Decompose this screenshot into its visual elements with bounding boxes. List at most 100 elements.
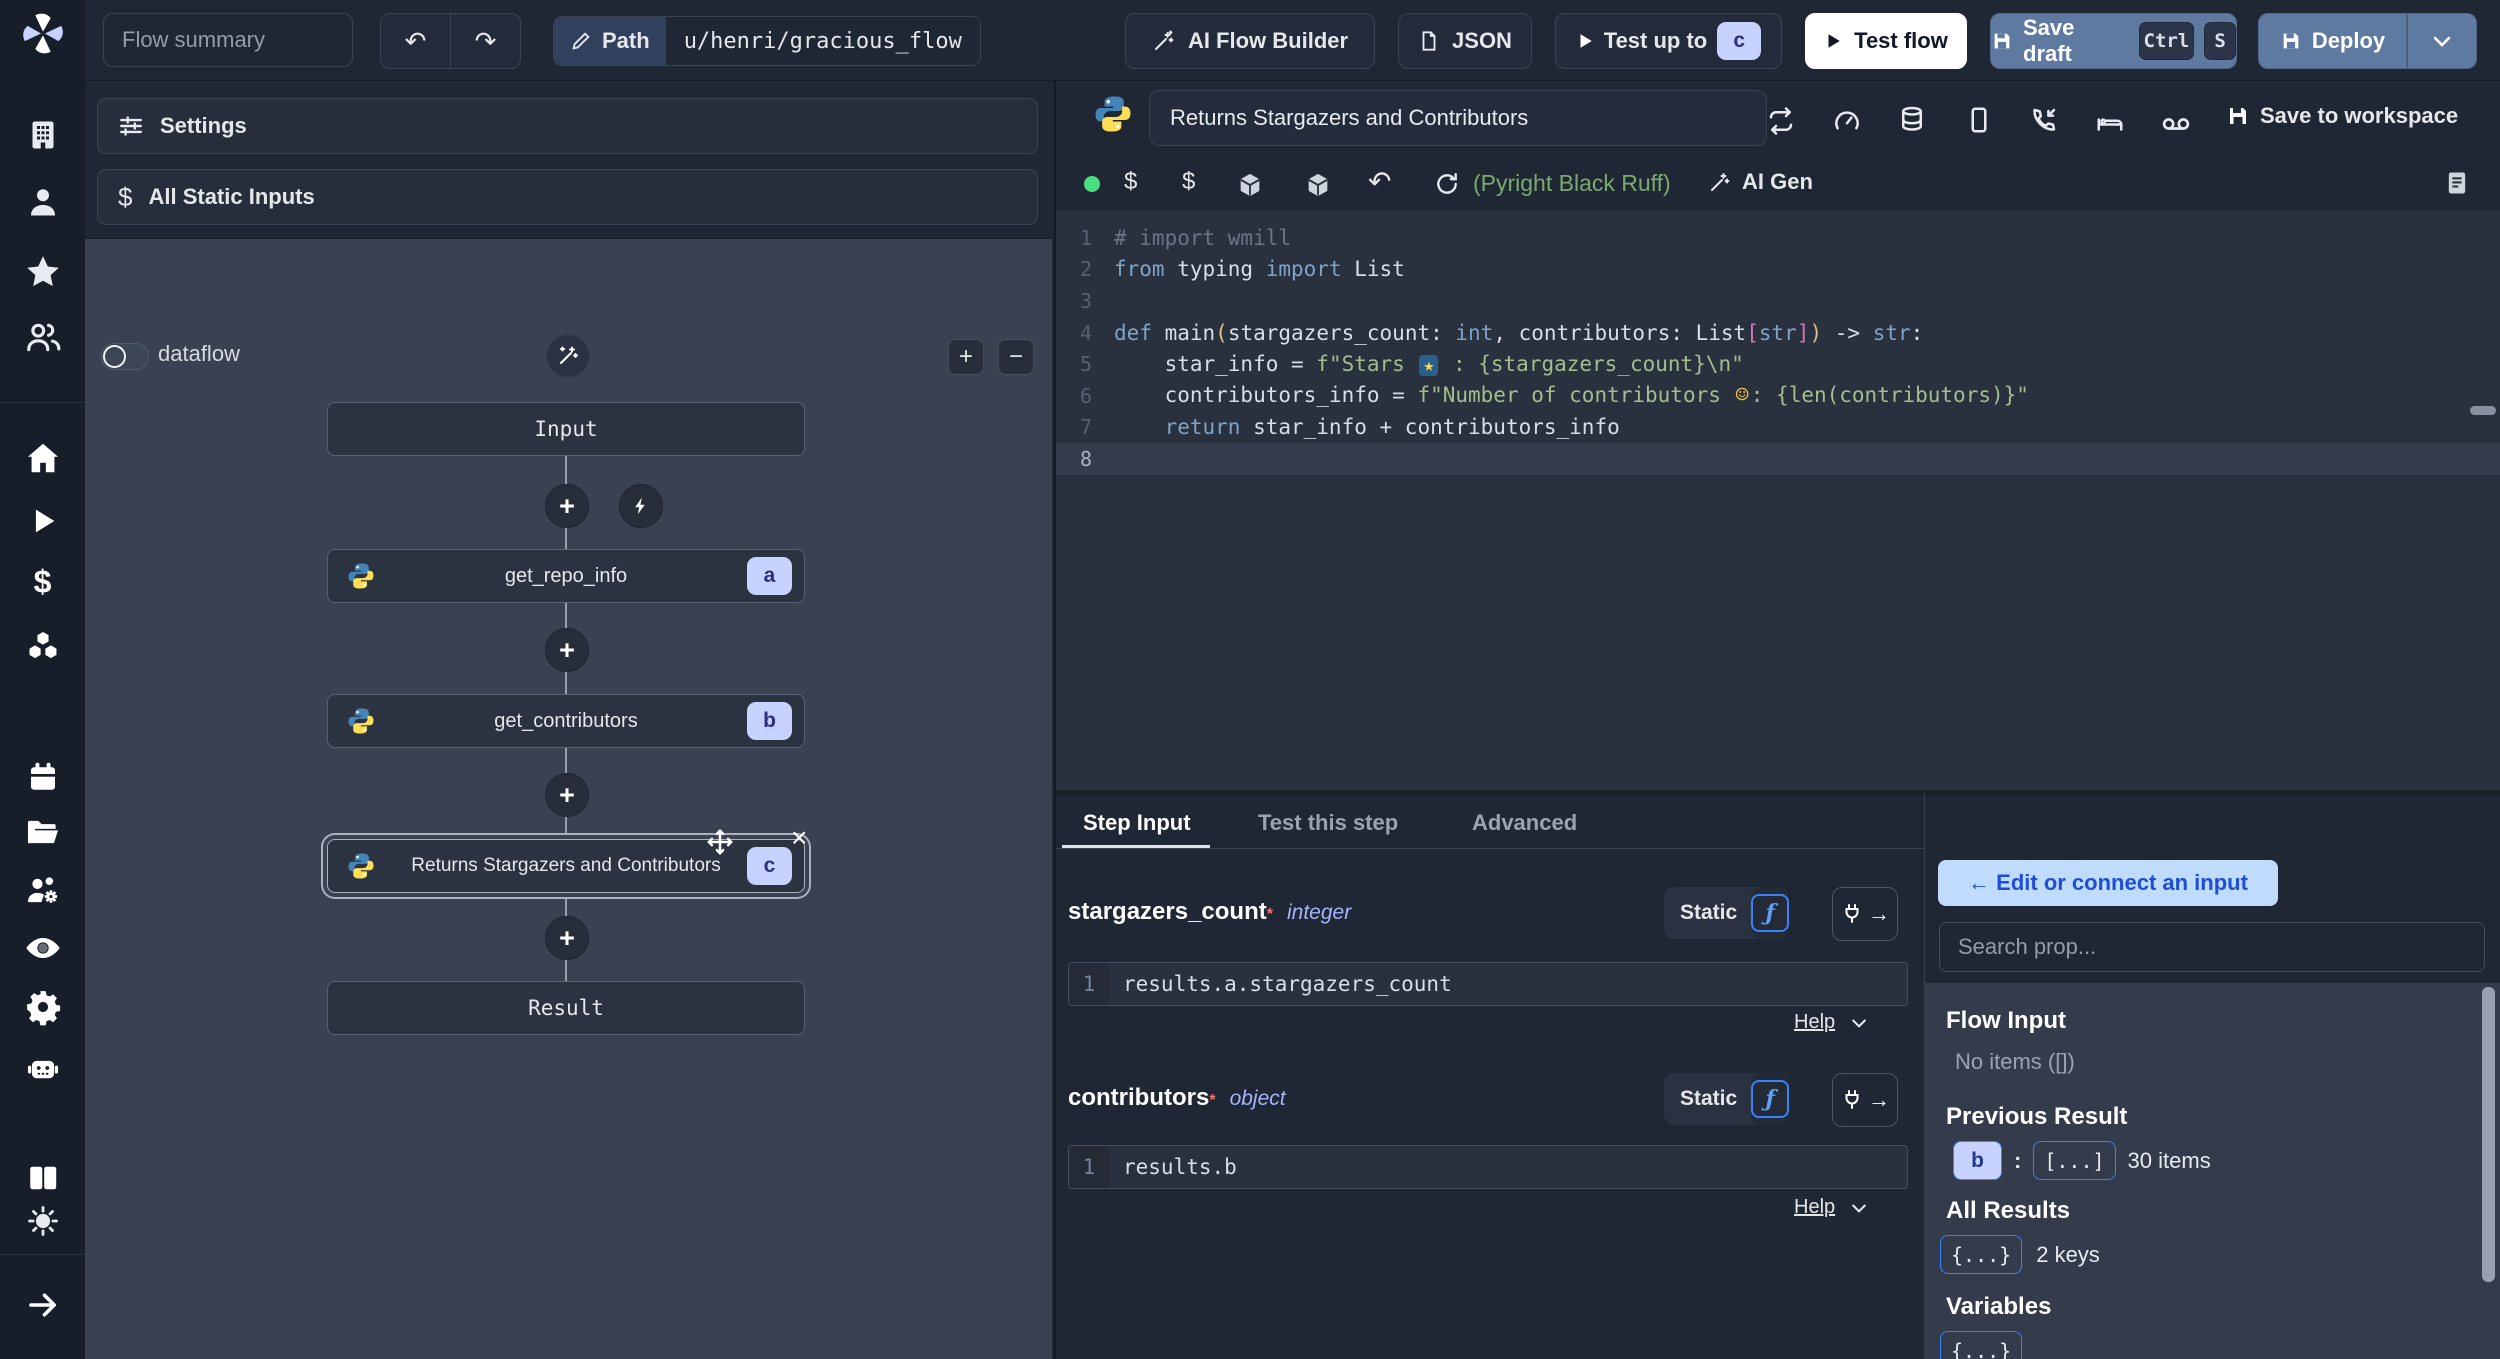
step-node-a[interactable]: get_repo_info a xyxy=(327,549,805,603)
audit-eye-icon[interactable] xyxy=(23,928,63,968)
code-token: def xyxy=(1114,320,1165,345)
redo-button[interactable]: ↷ xyxy=(450,13,521,69)
add-step-button[interactable]: + xyxy=(545,628,589,672)
code-line[interactable]: 4 def main(stargazers_count: int, contrib… xyxy=(1056,317,2500,349)
delete-node-close-icon[interactable]: × xyxy=(791,824,807,852)
ai-wand-button[interactable] xyxy=(547,335,589,377)
folders-icon[interactable] xyxy=(24,813,62,851)
step-node-b[interactable]: get_contributors b xyxy=(327,694,805,748)
code-area[interactable]: 1 # import wmill 2 from typing import List 3… xyxy=(1056,210,2500,790)
chevron-down-icon[interactable] xyxy=(1849,1198,1869,1218)
code-line[interactable]: 3 xyxy=(1056,285,2500,317)
add-step-button[interactable]: + xyxy=(545,773,589,817)
package-box-icon[interactable] xyxy=(1236,171,1264,199)
suspend-phone-icon[interactable] xyxy=(2029,105,2059,135)
search-prop-input[interactable] xyxy=(1939,922,2485,972)
tab-step-input[interactable]: Step Input xyxy=(1083,810,1191,836)
workspace-building-icon[interactable] xyxy=(25,117,61,153)
code-line[interactable]: 1 # import wmill xyxy=(1056,222,2500,254)
function-mode-icon[interactable]: ƒ xyxy=(1751,1080,1790,1118)
expr-input-contributors[interactable]: 1 results.b xyxy=(1068,1145,1908,1189)
runs-play-icon[interactable] xyxy=(26,504,60,538)
flow-settings-button[interactable]: Settings xyxy=(97,98,1038,154)
variables-dollar-icon[interactable]: $ xyxy=(34,564,52,601)
ai-gen-button[interactable]: AI Gen xyxy=(1708,169,1813,195)
package-box-icon[interactable] xyxy=(1304,171,1332,199)
help-link[interactable]: Help xyxy=(1794,1196,1835,1219)
sleep-bed-icon[interactable] xyxy=(2095,107,2125,137)
editor-scrollbar[interactable] xyxy=(2470,406,2496,415)
groups-users-icon[interactable] xyxy=(24,318,62,356)
static-mode-toggle[interactable]: Static ƒ xyxy=(1664,887,1790,939)
retry-repeat-icon[interactable] xyxy=(1766,106,1796,136)
zoom-in-button[interactable]: + xyxy=(948,339,984,375)
function-mode-icon[interactable]: ƒ xyxy=(1751,894,1790,932)
input-node[interactable]: Input xyxy=(327,402,805,456)
cache-database-icon[interactable] xyxy=(1897,105,1927,135)
variables-dollar-icon[interactable]: $ xyxy=(1182,168,1195,196)
prev-result-key-badge[interactable]: b xyxy=(1953,1141,2002,1180)
code-line[interactable]: 5 star_info = f"Stars ★ : {stargazers_co… xyxy=(1056,348,2500,380)
group-settings-icon[interactable] xyxy=(24,872,62,910)
early-stop-mobile-icon[interactable] xyxy=(1964,105,1994,135)
collapse-arrow-right-icon[interactable] xyxy=(25,1287,61,1323)
code-line[interactable]: 6 contributors_info = f"Number of contri… xyxy=(1056,380,2500,412)
add-step-button[interactable]: + xyxy=(545,484,589,528)
save-draft-button[interactable]: Save draft Ctrl S xyxy=(1990,13,2237,69)
result-node[interactable]: Result xyxy=(327,981,805,1035)
theme-sun-icon[interactable] xyxy=(26,1204,60,1238)
expr-input-stargazers[interactable]: 1 results.a.stargazers_count xyxy=(1068,962,1908,1006)
concurrency-gauge-icon[interactable] xyxy=(1832,107,1862,137)
test-flow-button[interactable]: Test flow xyxy=(1805,13,1967,69)
deploy-dropdown-button[interactable] xyxy=(2407,13,2477,69)
resources-cubes-icon[interactable] xyxy=(24,628,62,666)
user-icon[interactable] xyxy=(25,184,61,220)
object-chip[interactable]: {...} xyxy=(1940,1331,2023,1359)
docs-book-icon[interactable] xyxy=(25,1160,61,1196)
reload-icon[interactable] xyxy=(1434,171,1460,197)
variables-title: Variables xyxy=(1946,1293,2052,1320)
code-line[interactable]: 2 from typing import List xyxy=(1056,254,2500,286)
save-to-workspace-button[interactable]: Save to workspace xyxy=(2226,103,2458,129)
code-line[interactable]: 7 return star_info + contributors_info xyxy=(1056,412,2500,444)
deploy-button[interactable]: Deploy xyxy=(2258,13,2407,69)
json-button[interactable]: JSON xyxy=(1398,13,1532,69)
assets-dollar-icon[interactable]: $ xyxy=(1124,168,1137,196)
library-book-icon[interactable] xyxy=(2443,169,2471,197)
chevron-down-icon[interactable] xyxy=(1849,1013,1869,1033)
favorites-star-icon[interactable] xyxy=(24,253,62,291)
props-scrollbar[interactable] xyxy=(2482,987,2495,1282)
ai-robot-icon[interactable] xyxy=(24,1049,62,1087)
trigger-lightning-button[interactable] xyxy=(619,484,663,528)
settings-gear-icon[interactable] xyxy=(24,988,62,1026)
connect-input-plug-button[interactable]: → xyxy=(1832,887,1898,941)
schedules-calendar-icon[interactable] xyxy=(25,759,61,795)
step-node-label: Returns Stargazers and Contributors xyxy=(411,855,721,876)
windmill-logo-icon[interactable] xyxy=(20,11,66,62)
path-chip[interactable]: Path u/henri/gracious_flow xyxy=(553,16,981,66)
add-step-button[interactable]: + xyxy=(545,916,589,960)
array-chip[interactable]: [...] xyxy=(2033,1141,2116,1180)
undo-icon[interactable]: ↶ xyxy=(1368,165,1391,198)
object-chip[interactable]: {...} xyxy=(1940,1235,2023,1274)
ai-flow-builder-button[interactable]: AI Flow Builder xyxy=(1125,13,1375,69)
tab-advanced[interactable]: Advanced xyxy=(1472,810,1577,836)
static-mode-toggle[interactable]: Static ƒ xyxy=(1664,1073,1790,1125)
code-token: str xyxy=(1758,320,1797,345)
connect-input-plug-button[interactable]: → xyxy=(1832,1073,1898,1127)
step-title-input[interactable] xyxy=(1149,90,1767,146)
tab-test-this-step[interactable]: Test this step xyxy=(1258,810,1398,836)
dataflow-toggle[interactable] xyxy=(101,343,149,370)
zoom-out-button[interactable]: − xyxy=(998,339,1034,375)
test-up-to-button[interactable]: Test up to c xyxy=(1555,13,1782,69)
mock-voicemail-icon[interactable] xyxy=(2160,108,2192,140)
home-icon[interactable] xyxy=(24,439,62,477)
help-link[interactable]: Help xyxy=(1794,1011,1835,1034)
move-node-handle-icon[interactable] xyxy=(705,827,735,857)
all-static-inputs-button[interactable]: $ All Static Inputs xyxy=(97,169,1038,225)
edit-or-connect-button[interactable]: ← Edit or connect an input xyxy=(1938,860,2278,906)
step-node-label: get_repo_info xyxy=(504,564,628,587)
flow-summary-input[interactable] xyxy=(103,13,353,67)
code-line[interactable]: 8 xyxy=(1056,443,2500,475)
undo-button[interactable]: ↶ xyxy=(380,13,450,69)
